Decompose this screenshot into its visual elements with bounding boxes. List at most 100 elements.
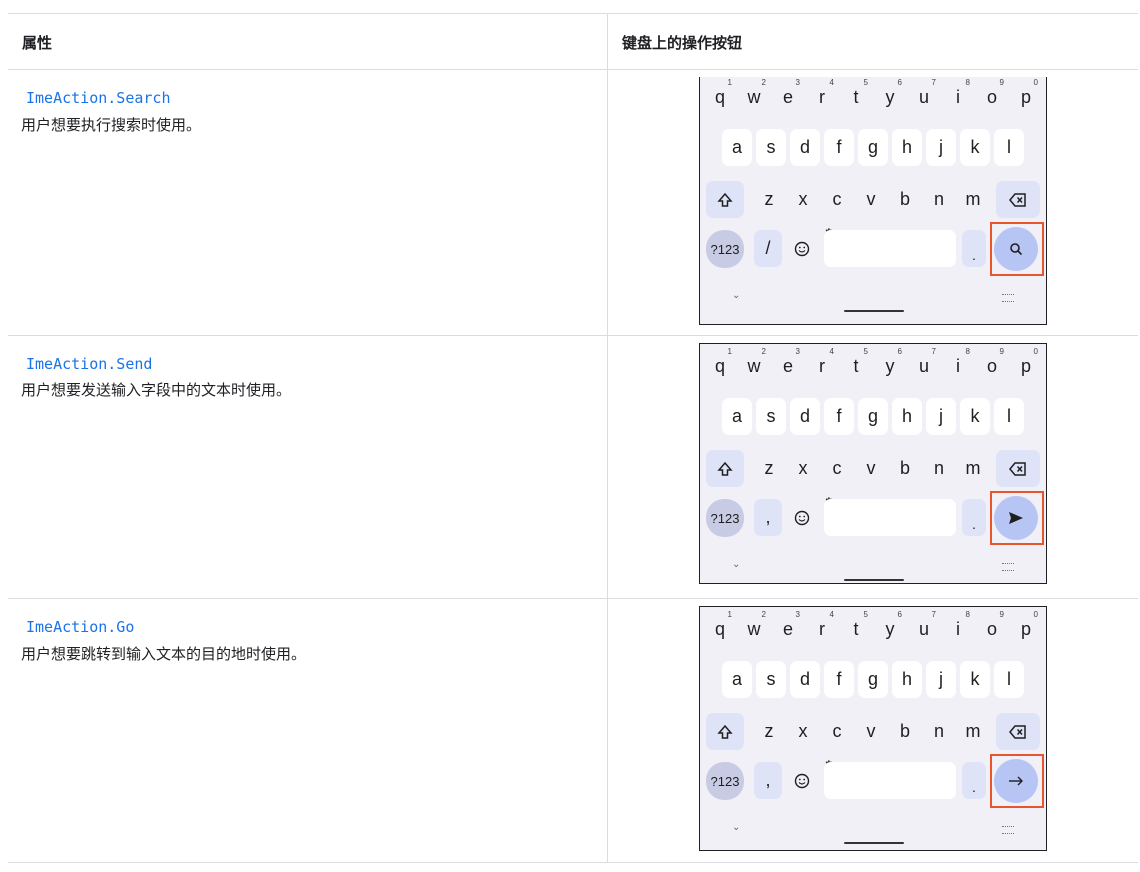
key-y[interactable]: y6 <box>874 346 906 386</box>
space-bar[interactable] <box>824 762 956 799</box>
key-m[interactable]: m <box>958 713 988 750</box>
key-d[interactable]: d <box>790 129 820 166</box>
key-v[interactable]: v <box>856 181 886 218</box>
key-q[interactable]: q1 <box>704 77 736 117</box>
key-y[interactable]: y6 <box>874 77 906 117</box>
space-bar[interactable] <box>824 499 956 536</box>
key-b[interactable]: b <box>890 450 920 487</box>
key-u[interactable]: u7 <box>908 609 940 649</box>
key-k[interactable]: k <box>960 661 990 698</box>
punctuation-key[interactable]: / <box>754 230 782 267</box>
key-j[interactable]: j <box>926 398 956 435</box>
key-u[interactable]: u7 <box>908 346 940 386</box>
key-q[interactable]: q1 <box>704 346 736 386</box>
key-l[interactable]: l <box>994 129 1024 166</box>
key-g[interactable]: g <box>858 129 888 166</box>
space-bar[interactable] <box>824 230 956 267</box>
symbols-key[interactable]: ?123 <box>706 499 744 537</box>
key-r[interactable]: r4 <box>806 609 838 649</box>
key-p[interactable]: p0 <box>1010 609 1042 649</box>
key-s[interactable]: s <box>756 129 786 166</box>
period-key[interactable]: . <box>962 499 986 536</box>
key-t[interactable]: t5 <box>840 346 872 386</box>
key-e[interactable]: e3 <box>772 346 804 386</box>
key-x[interactable]: x <box>788 450 818 487</box>
key-f[interactable]: f <box>824 398 854 435</box>
key-t[interactable]: t5 <box>840 609 872 649</box>
backspace-key[interactable] <box>996 450 1040 487</box>
symbols-key[interactable]: ?123 <box>706 230 744 268</box>
key-r[interactable]: r4 <box>806 77 838 117</box>
key-w[interactable]: w2 <box>738 77 770 117</box>
shift-key[interactable] <box>706 713 744 750</box>
key-b[interactable]: b <box>890 713 920 750</box>
key-p[interactable]: p0 <box>1010 77 1042 117</box>
emoji-key[interactable] <box>788 762 816 799</box>
key-h[interactable]: h <box>892 129 922 166</box>
key-y[interactable]: y6 <box>874 609 906 649</box>
chevron-down-icon[interactable]: ⌄ <box>732 559 740 570</box>
key-l[interactable]: l <box>994 398 1024 435</box>
key-k[interactable]: k <box>960 398 990 435</box>
key-u[interactable]: u7 <box>908 77 940 117</box>
key-n[interactable]: n <box>924 713 954 750</box>
key-f[interactable]: f <box>824 129 854 166</box>
key-g[interactable]: g <box>858 398 888 435</box>
key-x[interactable]: x <box>788 713 818 750</box>
key-d[interactable]: d <box>790 661 820 698</box>
emoji-key[interactable] <box>788 230 816 267</box>
key-a[interactable]: a <box>722 129 752 166</box>
key-h[interactable]: h <box>892 661 922 698</box>
key-o[interactable]: o9 <box>976 77 1008 117</box>
key-m[interactable]: m <box>958 450 988 487</box>
key-s[interactable]: s <box>756 661 786 698</box>
key-b[interactable]: b <box>890 181 920 218</box>
key-z[interactable]: z <box>754 713 784 750</box>
key-l[interactable]: l <box>994 661 1024 698</box>
key-a[interactable]: a <box>722 661 752 698</box>
shift-key[interactable] <box>706 181 744 218</box>
key-s[interactable]: s <box>756 398 786 435</box>
key-e[interactable]: e3 <box>772 77 804 117</box>
key-r[interactable]: r4 <box>806 346 838 386</box>
backspace-key[interactable] <box>996 713 1040 750</box>
key-x[interactable]: x <box>788 181 818 218</box>
key-t[interactable]: t5 <box>840 77 872 117</box>
backspace-key[interactable] <box>996 181 1040 218</box>
key-a[interactable]: a <box>722 398 752 435</box>
key-w[interactable]: w2 <box>738 346 770 386</box>
key-o[interactable]: o9 <box>976 346 1008 386</box>
key-o[interactable]: o9 <box>976 609 1008 649</box>
shift-key[interactable] <box>706 450 744 487</box>
key-i[interactable]: i8 <box>942 346 974 386</box>
key-i[interactable]: i8 <box>942 609 974 649</box>
keyboard-icon[interactable] <box>1002 294 1014 302</box>
key-c[interactable]: c <box>822 450 852 487</box>
key-m[interactable]: m <box>958 181 988 218</box>
key-j[interactable]: j <box>926 661 956 698</box>
key-e[interactable]: e3 <box>772 609 804 649</box>
symbols-key[interactable]: ?123 <box>706 762 744 800</box>
key-j[interactable]: j <box>926 129 956 166</box>
key-n[interactable]: n <box>924 181 954 218</box>
punctuation-key[interactable]: , <box>754 499 782 536</box>
key-p[interactable]: p0 <box>1010 346 1042 386</box>
period-key[interactable]: . <box>962 762 986 799</box>
key-c[interactable]: c <box>822 713 852 750</box>
emoji-key[interactable] <box>788 499 816 536</box>
key-w[interactable]: w2 <box>738 609 770 649</box>
key-h[interactable]: h <box>892 398 922 435</box>
punctuation-key[interactable]: , <box>754 762 782 799</box>
key-v[interactable]: v <box>856 713 886 750</box>
key-k[interactable]: k <box>960 129 990 166</box>
key-g[interactable]: g <box>858 661 888 698</box>
key-d[interactable]: d <box>790 398 820 435</box>
chevron-down-icon[interactable]: ⌄ <box>732 822 740 833</box>
key-c[interactable]: c <box>822 181 852 218</box>
key-n[interactable]: n <box>924 450 954 487</box>
key-z[interactable]: z <box>754 181 784 218</box>
key-z[interactable]: z <box>754 450 784 487</box>
key-f[interactable]: f <box>824 661 854 698</box>
key-i[interactable]: i8 <box>942 77 974 117</box>
chevron-down-icon[interactable]: ⌄ <box>732 290 740 301</box>
